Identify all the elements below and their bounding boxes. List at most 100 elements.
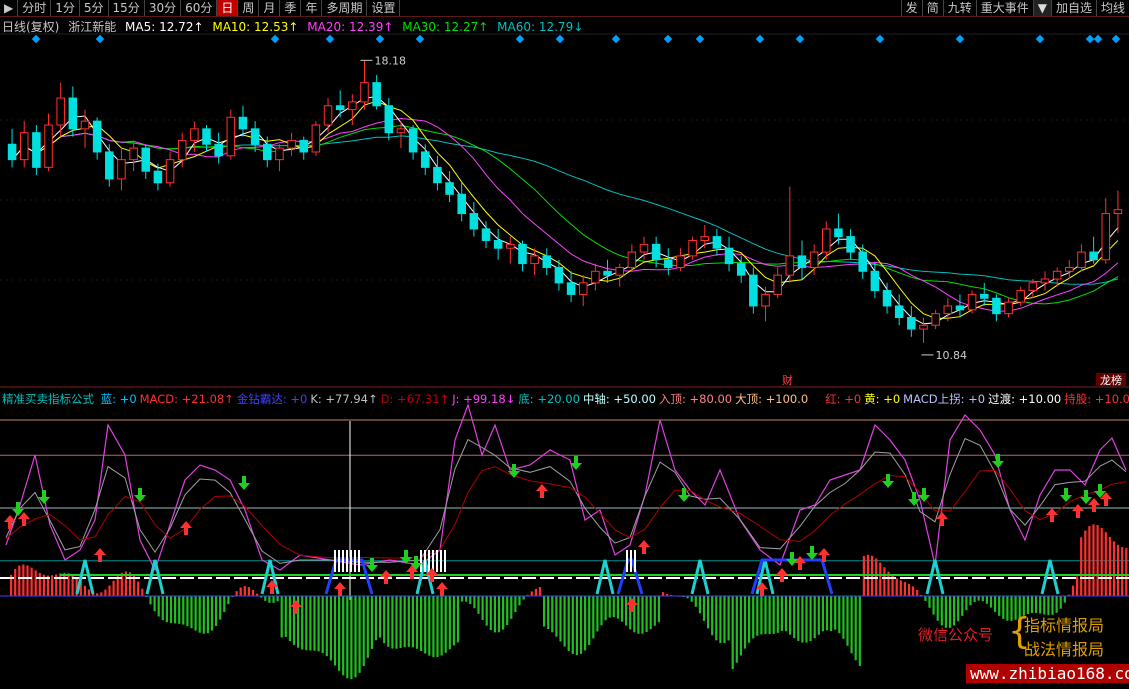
macd-bar-179 (743, 596, 747, 649)
macd-bar-75 (317, 596, 320, 652)
indicator-item-3: K: +77.94↑ (310, 392, 378, 406)
candle-body-17 (214, 143, 223, 157)
kline-chart[interactable]: 18.18 10.84 财 龙榜 (0, 0, 1129, 689)
macd-bar-97 (407, 596, 410, 647)
macd-bar-46 (198, 596, 201, 633)
macd-bar-271 (1121, 547, 1124, 596)
candle-body-28 (348, 101, 357, 111)
macd-bar-268 (1108, 536, 1111, 596)
macd-bar-132 (551, 596, 554, 633)
macd-bar-237 (981, 596, 984, 602)
candle-body-25 (311, 124, 321, 153)
macd-bar-99 (415, 596, 419, 649)
up-arrow-2 (94, 548, 106, 562)
signal-diamond-18 (1111, 34, 1121, 44)
macd-bar-119 (497, 596, 501, 633)
macd-bar-238 (985, 596, 988, 604)
up-arrow-3 (180, 521, 192, 535)
signal-diamond-6 (515, 34, 525, 44)
macd-bar-196 (813, 596, 816, 639)
signal-diamond-9 (663, 34, 673, 44)
macd-bar-57 (243, 586, 246, 596)
macd-bar-36 (157, 596, 160, 617)
candle-body-54 (664, 259, 673, 268)
candle-body-37 (457, 193, 466, 215)
macd-bar-49 (210, 596, 214, 631)
candle-body-67 (822, 228, 831, 253)
candle-body-10 (129, 147, 138, 161)
macd-bar-129 (538, 587, 542, 596)
candle-body-41 (506, 243, 515, 249)
candle-body-18 (226, 116, 236, 157)
candle-body-35 (433, 166, 442, 184)
candle-body-40 (493, 240, 503, 249)
macd-bar-52 (223, 596, 226, 613)
macd-bar-270 (1117, 544, 1120, 596)
candle-body-33 (408, 128, 418, 153)
macd-bar-185 (768, 596, 771, 635)
candle-body-42 (518, 243, 527, 265)
up-arrow-20 (1072, 504, 1084, 518)
macd-bar-158 (657, 596, 660, 623)
macd-bar-63 (268, 596, 271, 603)
macd-bar-83 (350, 596, 353, 680)
candle-body-31 (384, 105, 394, 134)
macd-bar-142 (592, 596, 595, 639)
candle-body-69 (846, 236, 855, 253)
macd-bar-178 (739, 596, 742, 656)
macd-bar-250 (1035, 596, 1038, 613)
macd-bar-189 (784, 596, 788, 632)
high-price-label: 18.18 (374, 54, 406, 67)
macd-bar-148 (616, 596, 619, 619)
macd-bar-110 (461, 596, 464, 602)
macd-bar-53 (227, 596, 230, 605)
macd-bar-265 (1096, 525, 1099, 596)
candle-body-68 (834, 228, 843, 238)
macd-bar-149 (620, 596, 624, 622)
macd-bar-5 (30, 567, 33, 596)
macd-bar-204 (846, 596, 849, 646)
signal-diamond-5 (415, 34, 425, 44)
candle-body-46 (566, 282, 576, 295)
macd-bar-12 (59, 573, 62, 596)
candle-body-56 (688, 240, 697, 257)
macd-bar-18 (83, 585, 86, 596)
macd-bar-262 (1084, 530, 1087, 596)
candle-body-4 (56, 97, 65, 126)
candle-body-12 (153, 170, 163, 184)
macd-bar-249 (1030, 596, 1034, 614)
macd-bar-42 (182, 596, 185, 625)
macd-bar-191 (793, 596, 796, 639)
candle-body-20 (250, 128, 260, 145)
macd-bar-27 (120, 572, 123, 596)
macd-bar-106 (444, 596, 447, 653)
signal-diamond-16 (1085, 34, 1095, 44)
macd-bar-81 (342, 596, 345, 676)
macd-bar-58 (247, 587, 250, 596)
macd-bar-90 (379, 596, 382, 638)
ma5-line (11, 96, 1119, 325)
candle-body-48 (591, 270, 600, 284)
candle-body-87 (1065, 266, 1074, 272)
macd-bar-138 (575, 596, 578, 656)
candle-body-63 (773, 274, 782, 295)
macd-bar-217 (899, 580, 902, 596)
up-arrow-5 (290, 600, 302, 614)
indicator-item-5: J: +99.18↓ (452, 392, 516, 406)
candle-body-55 (676, 255, 685, 268)
macd-bar-239 (989, 596, 993, 608)
signal-diamond-17 (1093, 34, 1103, 44)
macd-bar-47 (202, 596, 205, 634)
macd-bar-108 (452, 596, 455, 646)
macd-bar-201 (834, 596, 837, 630)
macd-bar-79 (333, 596, 337, 666)
indicator-item-10: 红: +0 (825, 392, 862, 406)
candle-body-51 (627, 251, 637, 268)
white-block-1-436 (436, 550, 438, 572)
down-arrow-11 (806, 546, 818, 560)
macd-bar-221 (916, 589, 919, 596)
macd-bar-200 (830, 596, 833, 632)
macd-bar-190 (789, 596, 792, 635)
macd-bar-127 (530, 591, 533, 596)
macd-bar-96 (403, 596, 406, 648)
